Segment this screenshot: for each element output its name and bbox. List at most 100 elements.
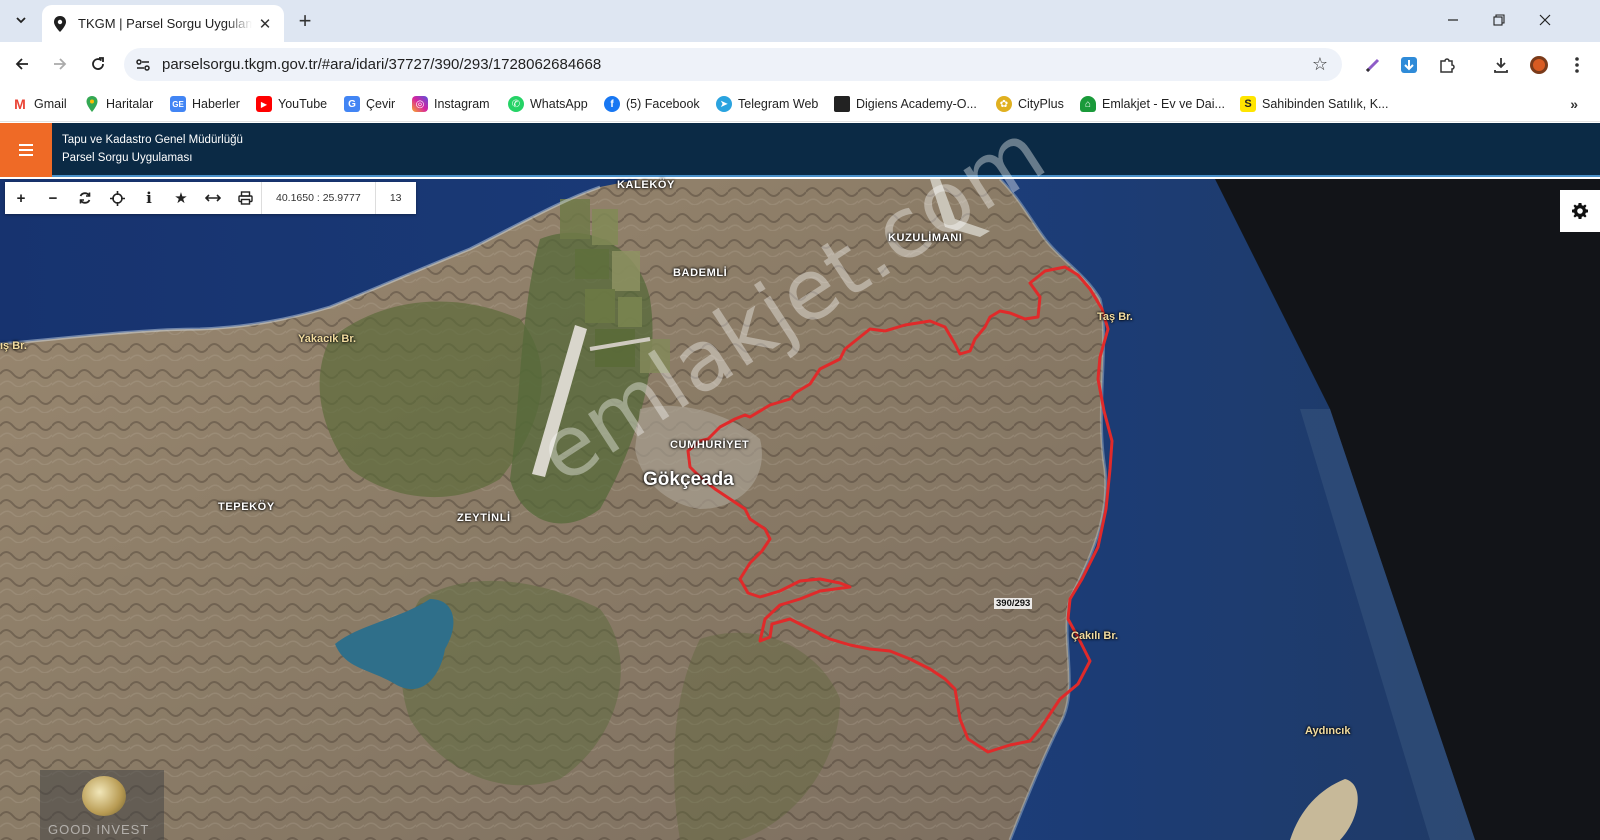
bookmark-facebook[interactable]: f (5) Facebook xyxy=(604,94,700,114)
place-label-aydincik: Aydıncık xyxy=(1305,725,1351,737)
zoom-out-button[interactable]: − xyxy=(37,182,69,214)
coordinate-readout: 40.1650 : 25.9777 xyxy=(261,182,376,214)
tab-search-button[interactable] xyxy=(8,7,34,33)
agency-logo: GOOD INVEST xyxy=(40,770,164,840)
place-label-gokceada: Gökçeada xyxy=(643,469,734,490)
plus-icon: + xyxy=(16,189,26,207)
favorite-button[interactable]: ★ xyxy=(165,182,197,214)
download-extension-icon[interactable] xyxy=(1398,54,1420,76)
site-info-icon[interactable] xyxy=(134,56,152,74)
info-icon: i xyxy=(146,189,152,207)
bookmark-star-icon[interactable]: ☆ xyxy=(1312,54,1328,75)
tab-close-icon[interactable]: ✕ xyxy=(256,15,274,33)
bookmark-label: Instagram xyxy=(434,97,490,111)
maps-icon xyxy=(84,96,100,112)
bookmark-label: (5) Facebook xyxy=(626,97,700,111)
browser-toolbar: parselsorgu.tkgm.gov.tr/#ara/idari/37727… xyxy=(0,42,1600,86)
bookmark-instagram[interactable]: ◎ Instagram xyxy=(412,94,490,114)
zoom-in-button[interactable]: + xyxy=(5,182,37,214)
app-name: Parsel Sorgu Uygulaması xyxy=(62,152,193,164)
translate-icon: G xyxy=(344,96,360,112)
news-icon: GE xyxy=(170,96,186,112)
star-icon: ★ xyxy=(174,190,188,207)
gmail-icon: M xyxy=(14,96,26,112)
parcel-label[interactable]: 390/293 xyxy=(994,598,1033,609)
bookmark-digiens[interactable]: Digiens Academy-O... xyxy=(834,94,977,114)
bookmarks-bar: M Gmail Haritalar GE Haberler ▶ YouTube … xyxy=(0,86,1600,122)
sahibinden-icon: S xyxy=(1240,96,1256,112)
extensions-puzzle-icon[interactable] xyxy=(1436,54,1458,76)
bookmark-haberler[interactable]: GE Haberler xyxy=(170,94,240,114)
bookmark-youtube[interactable]: ▶ YouTube xyxy=(256,94,327,114)
place-label-bademli: BADEMLİ xyxy=(673,267,728,279)
telegram-icon: ➤ xyxy=(716,96,732,112)
youtube-icon: ▶ xyxy=(256,96,272,112)
map-toolbar: + − i ★ 40.1650 : 25.9777 13 xyxy=(5,182,416,214)
measure-button[interactable] xyxy=(197,182,229,214)
gear-icon xyxy=(1572,203,1588,219)
bookmark-label: Gmail xyxy=(34,97,67,111)
bookmark-gmail[interactable]: M Gmail xyxy=(12,94,67,114)
measure-arrows-icon xyxy=(205,194,221,202)
bookmark-label: YouTube xyxy=(278,97,328,111)
new-tab-button[interactable]: + xyxy=(292,8,318,34)
place-label-tas-br: Taş Br. xyxy=(1097,311,1133,323)
zoom-level: 13 xyxy=(389,192,402,204)
refresh-icon xyxy=(79,192,91,204)
arrow-left-icon xyxy=(15,58,28,70)
restore-button[interactable] xyxy=(1476,0,1522,40)
downloads-icon[interactable] xyxy=(1490,54,1512,76)
digiens-icon xyxy=(834,96,850,112)
crosshair-icon xyxy=(109,190,125,206)
bookmark-sahibinden[interactable]: S Sahibinden Satılık, K... xyxy=(1240,94,1388,114)
logo-emblem-icon xyxy=(82,776,126,816)
place-label-yakacik-br: Yakacık Br. xyxy=(298,333,357,345)
bookmark-label: CityPlus xyxy=(1018,97,1064,111)
place-label-cakili-br: Çakılı Br. xyxy=(1071,630,1119,642)
chevron-down-icon xyxy=(16,17,26,24)
url-text: parselsorgu.tkgm.gov.tr/#ara/idari/37727… xyxy=(162,56,602,73)
app-header: Tapu ve Kadastro Genel Müdürlüğü Parsel … xyxy=(0,123,1600,177)
bookmark-label: Telegram Web xyxy=(738,97,819,111)
bookmark-label: Haberler xyxy=(192,97,240,111)
minimize-icon xyxy=(1448,19,1458,21)
close-window-button[interactable] xyxy=(1522,0,1568,40)
hamburger-icon xyxy=(19,144,33,146)
active-tab[interactable]: TKGM | Parsel Sorgu Uygulaması ✕ xyxy=(42,5,284,42)
minimize-button[interactable] xyxy=(1430,0,1476,40)
reload-button[interactable] xyxy=(84,50,112,78)
tab-strip: TKGM | Parsel Sorgu Uygulaması ✕ + xyxy=(0,0,1600,42)
bookmark-label: Haritalar xyxy=(106,97,154,111)
place-label-cumhuriyet: CUMHURİYET xyxy=(670,439,750,451)
bookmark-cevir[interactable]: G Çevir xyxy=(344,94,395,114)
browser-menu-icon[interactable] xyxy=(1566,54,1588,76)
refresh-button[interactable] xyxy=(69,182,101,214)
instagram-icon: ◎ xyxy=(412,96,428,112)
restore-icon xyxy=(1493,14,1505,26)
whatsapp-icon: ✆ xyxy=(508,96,524,112)
bookmark-label: WhatsApp xyxy=(530,97,588,111)
bookmark-emlakjet[interactable]: ⌂ Emlakjet - Ev ve Dai... xyxy=(1080,94,1225,114)
map-pin-icon xyxy=(52,15,68,32)
bookmark-telegram[interactable]: ➤ Telegram Web xyxy=(716,94,818,114)
bookmark-whatsapp[interactable]: ✆ WhatsApp xyxy=(508,94,588,114)
forward-button[interactable] xyxy=(46,50,74,78)
place-label-zeytinli: ZEYTİNLİ xyxy=(457,512,511,524)
bookmark-label: Emlakjet - Ev ve Dai... xyxy=(1102,97,1225,111)
bookmark-label: Çevir xyxy=(366,97,396,111)
back-button[interactable] xyxy=(8,50,36,78)
close-icon xyxy=(1539,14,1551,26)
org-name: Tapu ve Kadastro Genel Müdürlüğü xyxy=(62,134,243,146)
info-button[interactable]: i xyxy=(133,182,165,214)
bookmark-label: Digiens Academy-O... xyxy=(856,97,977,111)
print-button[interactable] xyxy=(229,182,261,214)
menu-button[interactable] xyxy=(0,123,52,177)
reload-icon xyxy=(92,57,104,70)
pen-extension-icon[interactable] xyxy=(1362,54,1384,76)
locate-button[interactable] xyxy=(101,182,133,214)
settings-button[interactable] xyxy=(1560,190,1600,232)
profile-avatar[interactable] xyxy=(1528,54,1550,76)
address-bar[interactable]: parselsorgu.tkgm.gov.tr/#ara/idari/37727… xyxy=(124,48,1342,81)
bookmark-haritalar[interactable]: Haritalar xyxy=(84,94,153,114)
more-bookmarks-icon[interactable]: » xyxy=(1570,96,1578,112)
